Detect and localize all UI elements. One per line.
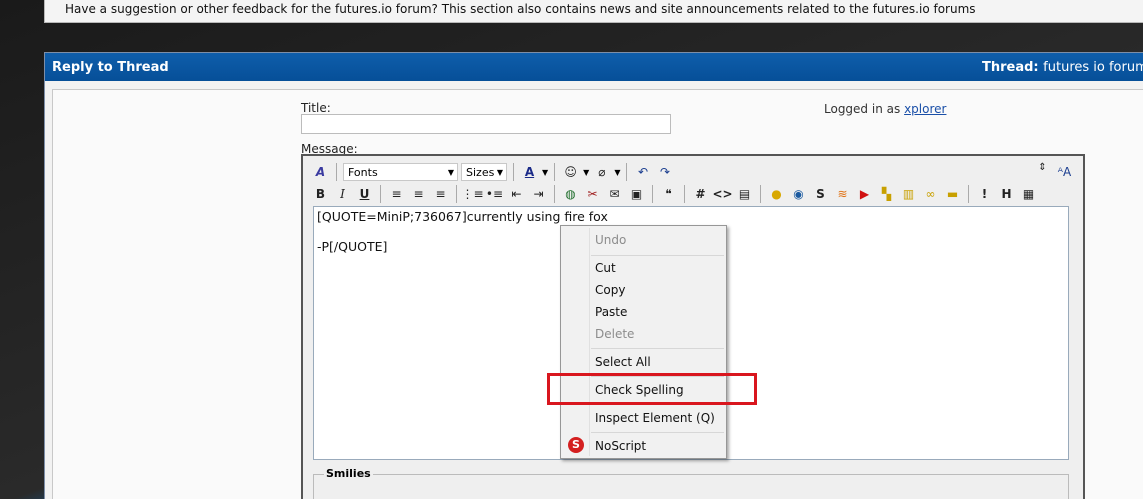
title-input[interactable] <box>301 114 671 134</box>
heading-icon[interactable]: H <box>997 185 1016 204</box>
table-icon[interactable]: ▦ <box>1019 185 1038 204</box>
html-icon[interactable]: <> <box>712 185 732 204</box>
unordered-list-icon[interactable]: •≡ <box>485 185 504 204</box>
panel-header: Reply to Thread Thread: futures io forum… <box>45 53 1143 81</box>
book-icon[interactable]: ▥ <box>899 185 918 204</box>
spoiler-icon[interactable]: S <box>811 185 830 204</box>
remove-format-icon[interactable]: A <box>311 163 330 182</box>
text-color-icon[interactable]: A <box>520 163 539 182</box>
logged-in-status: Logged in as xplorer <box>824 102 946 116</box>
insert-email-icon[interactable]: ✉ <box>605 185 624 204</box>
menu-select-all[interactable]: Select All <box>595 355 651 369</box>
chain-icon[interactable]: ∞ <box>921 185 940 204</box>
forum-description-banner: Have a suggestion or other feedback for … <box>44 0 1143 23</box>
target-icon[interactable]: ◉ <box>789 185 808 204</box>
insert-link-icon[interactable]: ◍ <box>561 185 580 204</box>
remove-link-icon[interactable]: ✂ <box>583 185 602 204</box>
thread-link[interactable]: futures io forum ch <box>1043 60 1143 75</box>
forum-description-text: Have a suggestion or other feedback for … <box>65 2 976 16</box>
bold-icon[interactable]: B <box>311 185 330 204</box>
logged-prefix: Logged in as <box>824 102 901 116</box>
menu-cut[interactable]: Cut <box>595 261 616 275</box>
align-center-icon[interactable]: ≡ <box>409 185 428 204</box>
undo-icon[interactable]: ↶ <box>633 163 652 182</box>
thread-label: Thread: <box>982 60 1039 75</box>
font-select[interactable]: Fonts ▼ <box>343 163 458 181</box>
menu-separator <box>591 432 724 433</box>
menu-delete[interactable]: Delete <box>595 327 634 341</box>
php-icon[interactable]: ▤ <box>735 185 754 204</box>
underline-icon[interactable]: U <box>355 185 374 204</box>
menu-undo[interactable]: Undo <box>595 233 626 247</box>
toolbar-row-2: B I U ≡ ≡ ≡ ⋮≡ •≡ ⇤ ⇥ ◍ ✂ ✉ ▣ ❝ # <> ▤ ●… <box>311 184 1038 204</box>
thread-info: Thread: futures io forum ch <box>982 60 1143 75</box>
noscript-icon: S <box>568 437 584 453</box>
copy-icon[interactable]: ▚ <box>877 185 896 204</box>
chevron-down-icon: ▼ <box>447 168 454 177</box>
menu-noscript[interactable]: NoScript <box>595 439 646 453</box>
font-select-value: Fonts <box>348 165 378 179</box>
annotation-highlight-box <box>547 373 757 405</box>
toolbar-row-1: A Fonts ▼ Sizes ▼ A ▼ ☺ ▼ ⌀ ▼ ↶ ↷ <box>311 162 674 182</box>
code-icon[interactable]: # <box>691 185 710 204</box>
attachment-icon[interactable]: ⌀ <box>592 163 611 182</box>
rss-icon[interactable]: ≋ <box>833 185 852 204</box>
chevron-down-icon[interactable]: ▼ <box>614 168 620 177</box>
smilies-label: Smilies <box>324 467 373 480</box>
context-menu: Undo Cut Copy Paste Delete Select All Ch… <box>560 225 727 459</box>
username-link[interactable]: xplorer <box>904 102 946 116</box>
youtube-icon[interactable]: ▶ <box>855 185 874 204</box>
message-line-2: -P[/QUOTE] <box>317 239 388 254</box>
highlight-icon[interactable]: ▬ <box>943 185 962 204</box>
menu-copy[interactable]: Copy <box>595 283 625 297</box>
redo-icon[interactable]: ↷ <box>655 163 674 182</box>
resize-icon[interactable]: ⇕ <box>1033 158 1052 177</box>
chevron-down-icon[interactable]: ▼ <box>542 168 548 177</box>
menu-paste[interactable]: Paste <box>595 305 627 319</box>
quote-icon[interactable]: ❝ <box>659 185 678 204</box>
italic-icon[interactable]: I <box>333 185 352 204</box>
lightbulb-icon[interactable]: ● <box>767 185 786 204</box>
size-select-value: Sizes <box>466 165 495 179</box>
ordered-list-icon[interactable]: ⋮≡ <box>461 185 483 204</box>
menu-inspect-element[interactable]: Inspect Element (Q) <box>595 411 715 425</box>
insert-image-icon[interactable]: ▣ <box>627 185 646 204</box>
outdent-icon[interactable]: ⇤ <box>507 185 526 204</box>
message-line-1: [QUOTE=MiniP;736067]currently using fire… <box>317 209 608 224</box>
smilies-box: Smilies <box>313 467 1069 499</box>
title-label: Title: <box>301 101 331 115</box>
chevron-down-icon: ▼ <box>496 168 503 177</box>
indent-icon[interactable]: ⇥ <box>529 185 548 204</box>
panel-title: Reply to Thread <box>52 60 169 75</box>
switch-mode-icon[interactable]: ᴬA <box>1055 162 1074 181</box>
align-right-icon[interactable]: ≡ <box>431 185 450 204</box>
align-left-icon[interactable]: ≡ <box>387 185 406 204</box>
chevron-down-icon[interactable]: ▼ <box>583 168 589 177</box>
size-select[interactable]: Sizes ▼ <box>461 163 507 181</box>
menu-separator <box>591 255 724 256</box>
exclaim-icon[interactable]: ! <box>975 185 994 204</box>
menu-separator <box>591 348 724 349</box>
smilie-icon[interactable]: ☺ <box>561 163 580 182</box>
